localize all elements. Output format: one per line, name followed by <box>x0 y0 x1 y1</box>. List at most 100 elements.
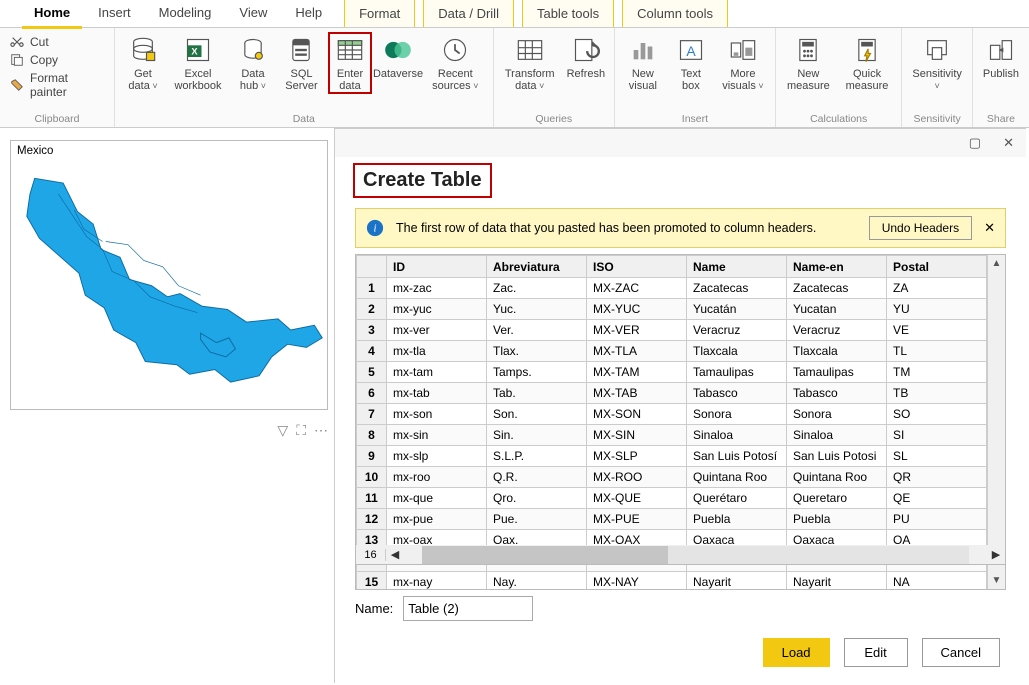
cell[interactable]: mx-roo <box>387 467 487 488</box>
text-box-button[interactable]: A Text box <box>669 32 713 92</box>
row-number[interactable]: 5 <box>357 362 387 383</box>
cell[interactable]: Yucatan <box>787 299 887 320</box>
dialog-close-icon[interactable]: ✕ <box>1003 135 1014 151</box>
cell[interactable]: mx-son <box>387 404 487 425</box>
cell[interactable]: Tab. <box>487 383 587 404</box>
column-header-1[interactable]: Abreviatura <box>487 256 587 278</box>
cell[interactable]: MX-TAB <box>587 383 687 404</box>
cell[interactable]: Son. <box>487 404 587 425</box>
cell[interactable]: Querétaro <box>687 488 787 509</box>
dialog-maximize-icon[interactable]: ▢ <box>969 135 981 151</box>
cell[interactable]: Tamps. <box>487 362 587 383</box>
load-button[interactable]: Load <box>763 638 830 667</box>
table-row[interactable]: 7mx-sonSon.MX-SONSonoraSonoraSO <box>357 404 987 425</box>
row-number[interactable]: 9 <box>357 446 387 467</box>
scroll-left-icon[interactable]: ◀ <box>386 548 404 561</box>
cell[interactable]: NA <box>887 572 987 590</box>
enter-data-button[interactable]: Enter data <box>328 32 372 94</box>
tab-data-drill[interactable]: Data / Drill <box>423 0 514 27</box>
row-number[interactable]: 3 <box>357 320 387 341</box>
cell[interactable]: Veracruz <box>687 320 787 341</box>
table-row[interactable]: 9mx-slpS.L.P.MX-SLPSan Luis PotosíSan Lu… <box>357 446 987 467</box>
cut-button[interactable]: Cut <box>10 35 104 49</box>
cell[interactable]: mx-yuc <box>387 299 487 320</box>
table-row[interactable]: 4mx-tlaTlax.MX-TLATlaxcalaTlaxcalaTL <box>357 341 987 362</box>
more-options-icon[interactable]: ⋯ <box>314 422 328 439</box>
get-data-button[interactable]: Get data ˅ <box>121 32 165 92</box>
cell[interactable]: TM <box>887 362 987 383</box>
cell[interactable]: SL <box>887 446 987 467</box>
row-number[interactable]: 11 <box>357 488 387 509</box>
excel-workbook-button[interactable]: X Excel workbook <box>169 32 227 92</box>
cell[interactable]: MX-NAY <box>587 572 687 590</box>
recent-sources-button[interactable]: Recent sources ˅ <box>424 32 487 92</box>
cancel-button[interactable]: Cancel <box>922 638 1000 667</box>
row-number[interactable]: 1 <box>357 278 387 299</box>
cell[interactable]: Tabasco <box>687 383 787 404</box>
horizontal-scrollbar[interactable]: 16 ◀ ▶ <box>355 545 1006 565</box>
cell[interactable]: Puebla <box>787 509 887 530</box>
cell[interactable]: mx-tam <box>387 362 487 383</box>
tab-format[interactable]: Format <box>344 0 415 27</box>
cell[interactable]: Sonora <box>687 404 787 425</box>
undo-headers-button[interactable]: Undo Headers <box>869 216 972 240</box>
row-number[interactable]: 7 <box>357 404 387 425</box>
row-number[interactable]: 8 <box>357 425 387 446</box>
cell[interactable]: Queretaro <box>787 488 887 509</box>
cell[interactable]: Tabasco <box>787 383 887 404</box>
dataverse-button[interactable]: Dataverse <box>376 32 420 80</box>
cell[interactable]: Tlaxcala <box>687 341 787 362</box>
row-number[interactable]: 12 <box>357 509 387 530</box>
edit-button[interactable]: Edit <box>844 638 908 667</box>
cell[interactable]: Nay. <box>487 572 587 590</box>
cell[interactable]: MX-TLA <box>587 341 687 362</box>
cell[interactable]: mx-que <box>387 488 487 509</box>
row-number[interactable]: 10 <box>357 467 387 488</box>
table-row[interactable]: 3mx-verVer.MX-VERVeracruzVeracruzVE <box>357 320 987 341</box>
tab-table-tools[interactable]: Table tools <box>522 0 614 27</box>
cell[interactable]: S.L.P. <box>487 446 587 467</box>
row-number[interactable]: 2 <box>357 299 387 320</box>
new-measure-button[interactable]: New measure <box>782 32 835 92</box>
tab-view[interactable]: View <box>225 0 281 27</box>
cell[interactable]: Yuc. <box>487 299 587 320</box>
cell[interactable]: SO <box>887 404 987 425</box>
cell[interactable]: Tlax. <box>487 341 587 362</box>
tab-home[interactable]: Home <box>20 0 84 27</box>
cell[interactable]: Pue. <box>487 509 587 530</box>
sensitivity-button[interactable]: Sensitivity˅ <box>908 32 966 92</box>
cell[interactable]: Quintana Roo <box>687 467 787 488</box>
table-row[interactable]: 6mx-tabTab.MX-TABTabascoTabascoTB <box>357 383 987 404</box>
cell[interactable]: mx-tab <box>387 383 487 404</box>
tab-modeling[interactable]: Modeling <box>145 0 226 27</box>
scroll-up-icon[interactable]: ▲ <box>992 255 1002 272</box>
tab-help[interactable]: Help <box>281 0 336 27</box>
cell[interactable]: VE <box>887 320 987 341</box>
table-row[interactable]: 15mx-nayNay.MX-NAYNayaritNayaritNA <box>357 572 987 590</box>
cell[interactable]: Sonora <box>787 404 887 425</box>
tab-insert[interactable]: Insert <box>84 0 145 27</box>
cell[interactable]: Veracruz <box>787 320 887 341</box>
table-row[interactable]: 5mx-tamTamps.MX-TAMTamaulipasTamaulipasT… <box>357 362 987 383</box>
cell[interactable]: MX-ROO <box>587 467 687 488</box>
table-row[interactable]: 10mx-rooQ.R.MX-ROOQuintana RooQuintana R… <box>357 467 987 488</box>
cell[interactable]: Puebla <box>687 509 787 530</box>
table-row[interactable]: 1mx-zacZac.MX-ZACZacatecasZacatecasZA <box>357 278 987 299</box>
cell[interactable]: mx-zac <box>387 278 487 299</box>
table-row[interactable]: 2mx-yucYuc.MX-YUCYucatánYucatanYU <box>357 299 987 320</box>
column-header-5[interactable]: Postal <box>887 256 987 278</box>
column-header-2[interactable]: ISO <box>587 256 687 278</box>
cell[interactable]: Yucatán <box>687 299 787 320</box>
cell[interactable]: MX-SLP <box>587 446 687 467</box>
cell[interactable]: Zac. <box>487 278 587 299</box>
cell[interactable]: TB <box>887 383 987 404</box>
cell[interactable]: Nayarit <box>787 572 887 590</box>
filter-icon[interactable]: ▽ <box>277 422 288 439</box>
column-header-4[interactable]: Name-en <box>787 256 887 278</box>
row-number[interactable]: 15 <box>357 572 387 590</box>
new-visual-button[interactable]: New visual <box>621 32 665 92</box>
cell[interactable]: SI <box>887 425 987 446</box>
cell[interactable]: mx-slp <box>387 446 487 467</box>
cell[interactable]: Tamaulipas <box>787 362 887 383</box>
cell[interactable]: Zacatecas <box>687 278 787 299</box>
